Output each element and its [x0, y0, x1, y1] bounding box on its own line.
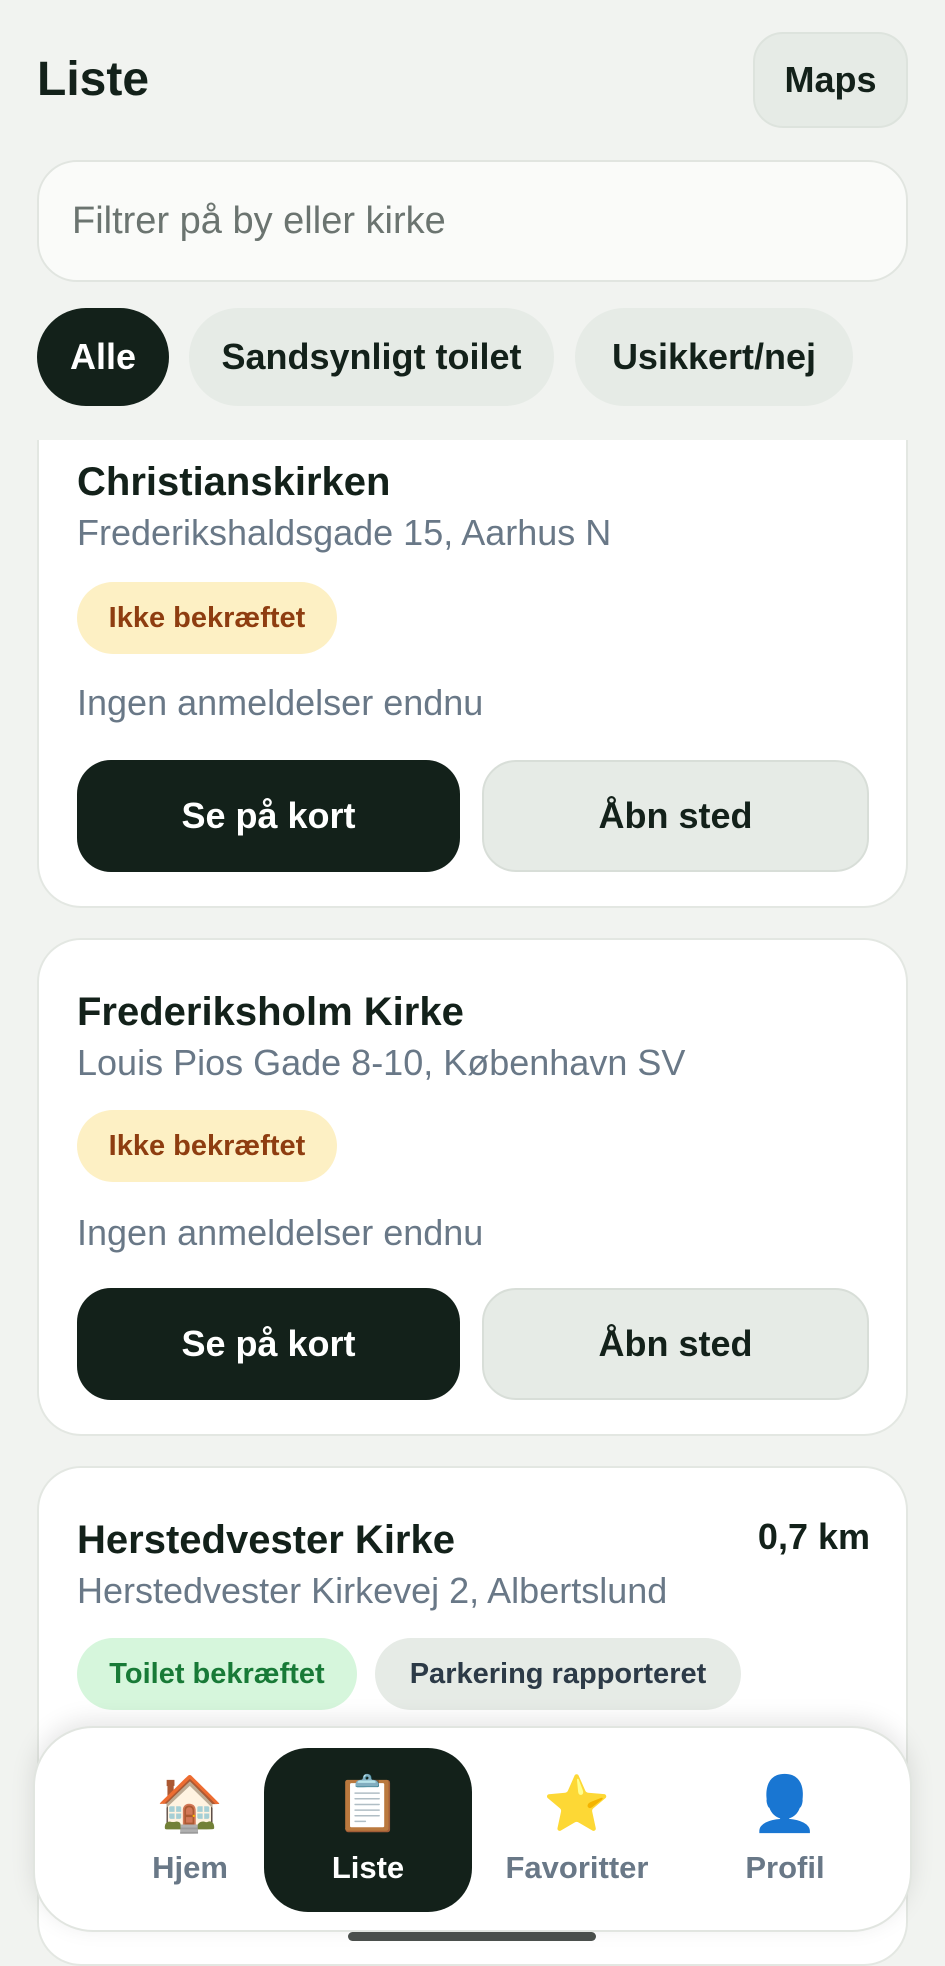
- clipboard-icon: 📋: [334, 1774, 402, 1834]
- church-card[interactable]: Christianskirken Frederikshaldsgade 15, …: [37, 380, 908, 908]
- nav-label: Profil: [745, 1850, 825, 1885]
- star-icon: ⭐: [543, 1774, 611, 1834]
- church-name: Christianskirken: [77, 460, 391, 504]
- page-title: Liste: [37, 53, 150, 106]
- open-place-button[interactable]: Åbn sted: [482, 760, 869, 872]
- filter-chip-all[interactable]: Alle: [37, 308, 169, 406]
- house-icon: 🏠: [156, 1774, 224, 1834]
- church-address: Frederikshaldsgade 15, Aarhus N: [77, 512, 612, 553]
- status-badge: Ikke bekræftet: [77, 582, 337, 654]
- church-card[interactable]: Frederiksholm Kirke Louis Pios Gade 8-10…: [37, 938, 908, 1436]
- screen: Christianskirken Frederikshaldsgade 15, …: [0, 0, 945, 1966]
- reviews-text: Ingen anmeldelser endnu: [77, 1212, 484, 1253]
- nav-item-profile[interactable]: 👤 Profil: [681, 1748, 889, 1912]
- show-on-map-button[interactable]: Se på kort: [77, 1288, 460, 1400]
- bottom-nav: 🏠 Hjem 📋 Liste ⭐ Favoritter 👤 Profil: [33, 1726, 912, 1932]
- search-field[interactable]: [37, 160, 908, 282]
- maps-button[interactable]: Maps: [753, 32, 908, 128]
- show-on-map-button[interactable]: Se på kort: [77, 760, 460, 872]
- church-address: Herstedvester Kirkevej 2, Albertslund: [77, 1570, 668, 1611]
- nav-item-favorites[interactable]: ⭐ Favoritter: [473, 1748, 681, 1912]
- nav-label: Favoritter: [505, 1850, 649, 1885]
- user-icon: 👤: [751, 1774, 819, 1834]
- church-name: Frederiksholm Kirke: [77, 990, 464, 1034]
- distance-label: 0,7 km: [757, 1516, 870, 1557]
- nav-label: Hjem: [152, 1850, 228, 1885]
- status-badge: Ikke bekræftet: [77, 1110, 337, 1182]
- filter-chip-uncertain[interactable]: Usikkert/nej: [575, 308, 853, 406]
- nav-item-list[interactable]: 📋 Liste: [264, 1748, 472, 1912]
- search-input[interactable]: [72, 199, 852, 243]
- nav-item-home[interactable]: 🏠 Hjem: [86, 1748, 294, 1912]
- open-place-button[interactable]: Åbn sted: [482, 1288, 869, 1400]
- header: Liste Maps Alle Sandsynligt toilet Usikk…: [0, 0, 945, 440]
- parking-badge: Parkering rapporteret: [375, 1638, 741, 1710]
- home-indicator[interactable]: [348, 1932, 596, 1941]
- church-name: Herstedvester Kirke: [77, 1518, 455, 1562]
- nav-label: Liste: [331, 1850, 405, 1885]
- toilet-badge: Toilet bekræftet: [77, 1638, 357, 1710]
- church-address: Louis Pios Gade 8-10, København SV: [77, 1042, 686, 1083]
- reviews-text: Ingen anmeldelser endnu: [77, 682, 484, 723]
- filter-chip-likely-toilet[interactable]: Sandsynligt toilet: [189, 308, 554, 406]
